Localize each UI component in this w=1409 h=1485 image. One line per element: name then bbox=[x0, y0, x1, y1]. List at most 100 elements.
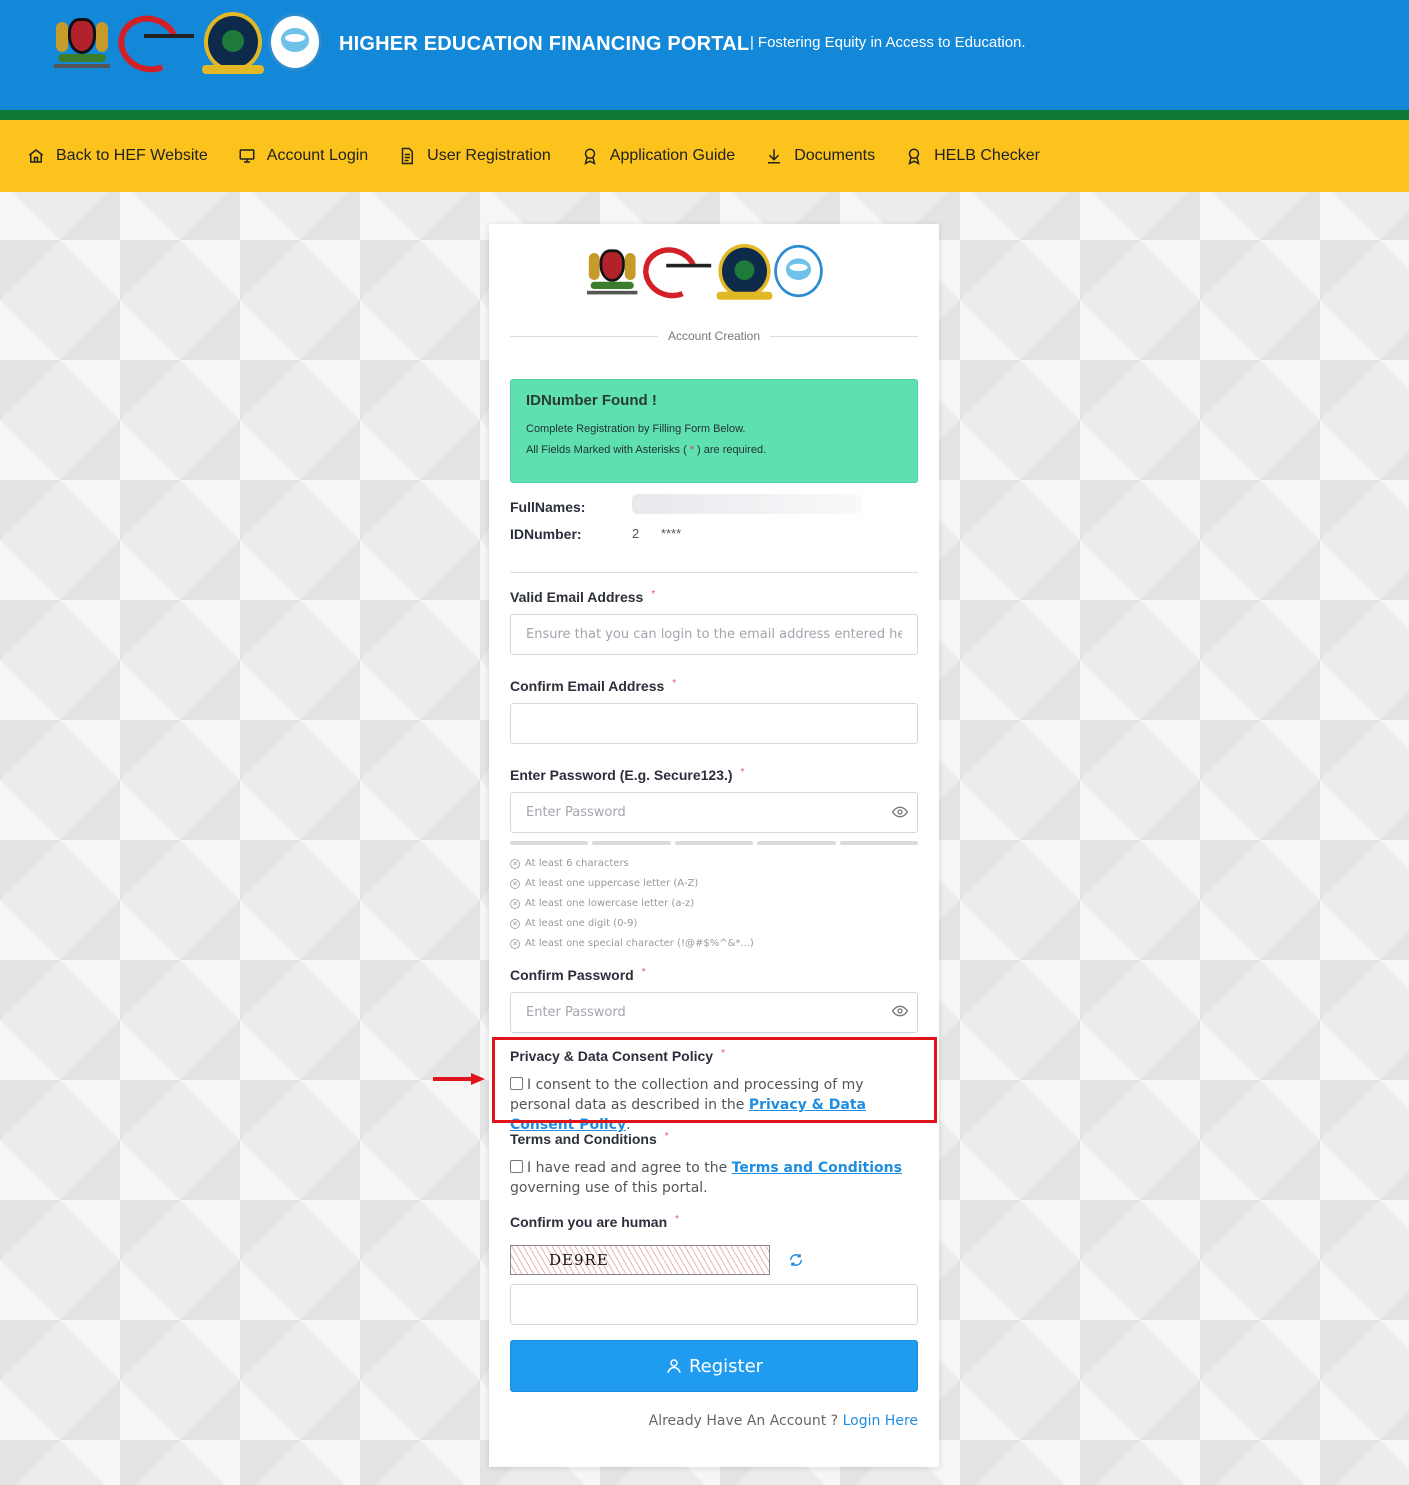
nav-documents[interactable]: Documents bbox=[764, 146, 875, 166]
x-circle-icon: ✕ bbox=[510, 899, 520, 909]
alert-line-2-prefix: All Fields Marked with Asterisks ( bbox=[526, 444, 687, 456]
required-asterisk: * bbox=[664, 1131, 669, 1142]
monitor-icon bbox=[237, 146, 257, 166]
confirm-password-input[interactable] bbox=[510, 992, 918, 1033]
nav-back-to-hef-website[interactable]: Back to HEF Website bbox=[26, 146, 208, 166]
password-input[interactable] bbox=[510, 792, 918, 833]
award-icon bbox=[580, 146, 600, 166]
helb-logo bbox=[716, 244, 773, 300]
eye-icon[interactable] bbox=[892, 804, 908, 820]
nav-label: Account Login bbox=[266, 147, 369, 164]
captcha-image: DE9RE bbox=[510, 1245, 770, 1275]
universities-fund-logo bbox=[774, 244, 823, 298]
already-have-account: Already Have An Account ? Login Here bbox=[649, 1413, 918, 1429]
rule-text: At least one special character (!@#$%^&*… bbox=[525, 938, 754, 949]
eye-icon[interactable] bbox=[892, 1003, 908, 1019]
x-circle-icon: ✕ bbox=[510, 919, 520, 929]
password-rule: ✕ At least one uppercase letter (A-Z) bbox=[510, 874, 754, 894]
user-icon bbox=[667, 1359, 681, 1373]
download-icon bbox=[764, 146, 784, 166]
green-stripe bbox=[0, 110, 1409, 120]
terms-consent: I have read and agree to the Terms and C… bbox=[510, 1158, 910, 1198]
x-circle-icon: ✕ bbox=[510, 939, 520, 949]
nav-label: User Registration bbox=[427, 147, 551, 164]
password-rule: ✕ At least one special character (!@#$%^&… bbox=[510, 934, 754, 954]
alert-line-2-suffix: ) are required. bbox=[697, 444, 767, 456]
password-label-text: Enter Password (E.g. Secure123.) bbox=[510, 767, 733, 783]
required-asterisk: * bbox=[651, 589, 656, 600]
home-icon bbox=[26, 146, 46, 166]
nav-label: Back to HEF Website bbox=[56, 147, 208, 164]
register-label: Register bbox=[688, 1355, 764, 1377]
portal-subtitle: | Fostering Equity in Access to Education… bbox=[750, 34, 1026, 51]
email-input[interactable] bbox=[510, 614, 918, 655]
refresh-icon[interactable] bbox=[788, 1252, 804, 1268]
rule-text: At least one uppercase letter (A-Z) bbox=[525, 878, 699, 889]
portal-title: HIGHER EDUCATION FINANCING PORTAL bbox=[339, 33, 750, 55]
register-button[interactable]: Register bbox=[510, 1340, 918, 1392]
award-icon bbox=[904, 146, 924, 166]
rule-text: At least one lowercase letter (a-z) bbox=[525, 898, 695, 909]
required-asterisk: * bbox=[740, 767, 745, 778]
nav-label: Documents bbox=[794, 147, 876, 164]
captcha-label: Confirm you are human * bbox=[510, 1214, 679, 1230]
ministry-e-logo bbox=[110, 7, 198, 81]
rule-text: At least 6 characters bbox=[525, 858, 629, 869]
card-logos bbox=[587, 239, 823, 307]
x-circle-icon: ✕ bbox=[510, 859, 520, 869]
x-circle-icon: ✕ bbox=[510, 879, 520, 889]
confirm-email-label-text: Confirm Email Address bbox=[510, 678, 665, 694]
required-asterisk: * bbox=[641, 967, 646, 978]
terms-label-text: Terms and Conditions bbox=[510, 1131, 657, 1147]
rule-text: At least one digit (0-9) bbox=[525, 918, 638, 929]
password-rule: ✕ At least 6 characters bbox=[510, 854, 754, 874]
alert-heading: IDNumber Found ! bbox=[526, 392, 657, 409]
required-asterisk: * bbox=[689, 444, 695, 456]
confirm-password-label-text: Confirm Password bbox=[510, 967, 634, 983]
id-found-alert: IDNumber Found ! Complete Registration b… bbox=[510, 379, 918, 483]
confirm-email-input[interactable] bbox=[510, 703, 918, 744]
terms-text: I have read and agree to the bbox=[527, 1160, 728, 1176]
document-icon bbox=[397, 146, 417, 166]
portal-tagline: Fostering Equity in Access to Education. bbox=[757, 34, 1026, 51]
kenya-coat-of-arms-logo bbox=[54, 12, 110, 72]
captcha-input[interactable] bbox=[510, 1284, 918, 1325]
section-divider: Account Creation bbox=[510, 328, 918, 344]
required-asterisk: * bbox=[675, 1214, 680, 1225]
password-rules: ✕ At least 6 characters ✕ At least one upp… bbox=[510, 854, 754, 954]
fullnames-value-redacted bbox=[632, 494, 862, 514]
password-label: Enter Password (E.g. Secure123.) * bbox=[510, 767, 744, 783]
registration-card: Account Creation IDNumber Found ! Comple… bbox=[489, 224, 939, 1467]
login-here-link[interactable]: Login Here bbox=[843, 1413, 918, 1429]
terms-label: Terms and Conditions * bbox=[510, 1131, 669, 1147]
fullnames-label: FullNames: bbox=[510, 499, 586, 515]
terms-checkbox[interactable] bbox=[510, 1160, 523, 1173]
already-text: Already Have An Account ? bbox=[648, 1413, 839, 1429]
nav-user-registration[interactable]: User Registration bbox=[397, 146, 551, 166]
nav-helb-checker[interactable]: HELB Checker bbox=[904, 146, 1040, 166]
nav-label: HELB Checker bbox=[934, 147, 1040, 164]
alert-line-2: All Fields Marked with Asterisks (*) are… bbox=[526, 440, 902, 461]
confirm-password-label: Confirm Password * bbox=[510, 967, 646, 983]
nav-account-login[interactable]: Account Login bbox=[237, 146, 368, 166]
header-logos bbox=[54, 7, 322, 81]
password-rule: ✕ At least one lowercase letter (a-z) bbox=[510, 894, 754, 914]
privacy-highlight-box bbox=[492, 1037, 937, 1123]
idnumber-value: 2 **** bbox=[632, 526, 682, 541]
email-label-text: Valid Email Address bbox=[510, 589, 644, 605]
section-title: Account Creation bbox=[667, 329, 761, 343]
title-separator: | bbox=[750, 34, 754, 51]
captcha-label-text: Confirm you are human bbox=[510, 1214, 668, 1230]
ministry-e-logo bbox=[635, 239, 715, 307]
nav-application-guide[interactable]: Application Guide bbox=[580, 146, 735, 166]
terms-link[interactable]: Terms and Conditions bbox=[732, 1160, 902, 1176]
divider-line bbox=[510, 572, 918, 573]
nav-label: Application Guide bbox=[609, 147, 736, 164]
confirm-email-label: Confirm Email Address * bbox=[510, 678, 676, 694]
captcha-code: DE9RE bbox=[549, 1251, 609, 1269]
password-strength-meter bbox=[510, 841, 919, 845]
main-nav: Back to HEF Website Account Login User R… bbox=[0, 120, 1409, 192]
red-arrow-icon bbox=[433, 1073, 485, 1085]
helb-logo bbox=[202, 12, 264, 74]
top-header: HIGHER EDUCATION FINANCING PORTAL | Foste… bbox=[0, 0, 1409, 110]
